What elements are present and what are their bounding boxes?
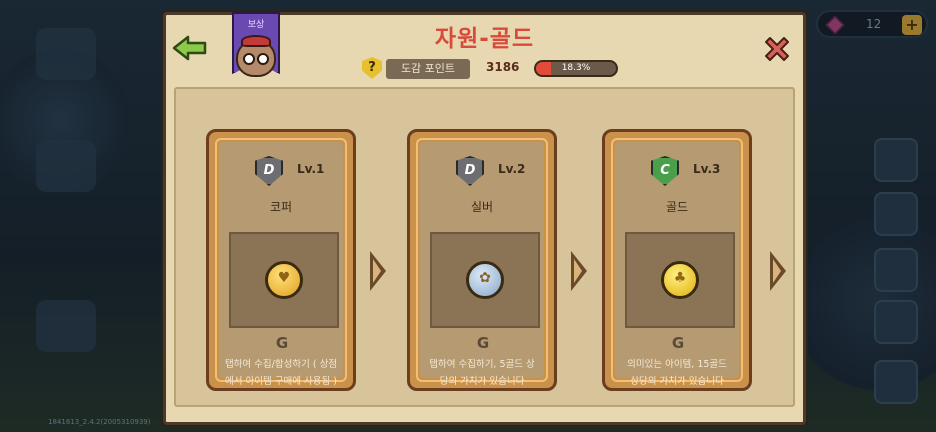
close-icon[interactable] — [761, 33, 793, 65]
page-title: 자원-골드 — [434, 26, 535, 52]
item-slot: ✿ — [430, 232, 540, 328]
card-level: Lv.2 — [498, 162, 526, 176]
gold-coin-icon: ♣ — [661, 261, 699, 299]
item-card-copper[interactable]: D Lv.1 코퍼 ♥ G 탭하여 수집/합성하기 ( 상점 에서 아이템 구매에… — [206, 129, 356, 391]
card-name: 실버 — [470, 200, 494, 214]
card-description: 의미있는 아이템, 15골드 상당의 가치가 있습니다 — [627, 359, 727, 387]
points-label: 도감 포인트 — [386, 59, 470, 79]
card-description: 탭하여 수집하기, 5골드 상 당의 가치가 있습니다 — [429, 359, 535, 387]
points-value: 3186 — [486, 60, 520, 74]
card-description: 탭하여 수집/합성하기 ( 상점 에서 아이템 구매에 사용됨 ) — [224, 359, 338, 387]
item-slot: ♣ — [625, 232, 735, 328]
game-logo-icon: G — [275, 334, 289, 352]
item-card-silver[interactable]: D Lv.2 실버 ✿ G 탭하여 수집하기, 5골드 상 당의 가치가 있습니다 — [407, 129, 557, 391]
question-badge-icon[interactable]: ? — [362, 57, 382, 79]
game-logo-icon: G — [671, 334, 685, 352]
collection-panel: 보상 자원-골드 ? 도감 포인트 3186 18.3% D Lv.1 코퍼 ♥… — [163, 12, 806, 425]
silver-coin-icon: ✿ — [466, 261, 504, 299]
card-name: 골드 — [665, 200, 689, 214]
card-name: 코퍼 — [269, 200, 293, 214]
points-progress-text: 18.3% — [561, 63, 591, 73]
item-card-gold[interactable]: C Lv.3 골드 ♣ G 의미있는 아이템, 15골드 상당의 가치가 있습니다 — [602, 129, 752, 391]
collection-points: ? 도감 포인트 3186 18.3% — [362, 57, 624, 81]
item-slot: ♥ — [229, 232, 339, 328]
card-level: Lv.3 — [693, 162, 721, 176]
copper-coin-icon: ♥ — [265, 261, 303, 299]
card-level: Lv.1 — [297, 162, 325, 176]
points-progress-bar: 18.3% — [534, 60, 618, 77]
game-logo-icon: G — [476, 334, 490, 352]
